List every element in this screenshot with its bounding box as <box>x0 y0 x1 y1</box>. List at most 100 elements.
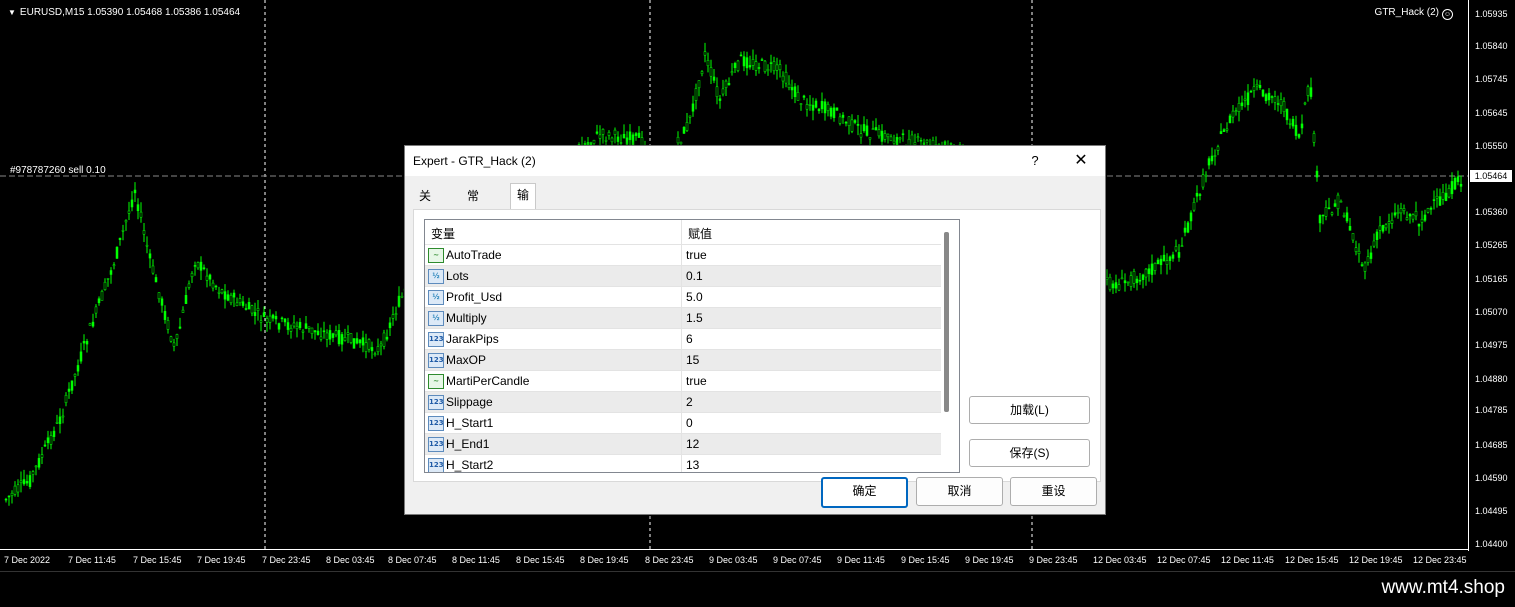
time-tick-label: 12 Dec 03:45 <box>1093 555 1147 565</box>
dialog-titlebar[interactable]: Expert - GTR_Hack (2) ? ✕ <box>405 146 1105 176</box>
candle-body <box>190 273 194 278</box>
reset-button[interactable]: 重设 <box>1010 477 1097 506</box>
candle-body <box>850 119 854 132</box>
param-value[interactable]: 6 <box>686 332 693 346</box>
param-value[interactable]: 5.0 <box>686 290 703 304</box>
input-row[interactable]: 123 H_Start2 13 <box>425 454 941 472</box>
input-row[interactable]: ½ Lots 0.1 <box>425 265 941 287</box>
candle-body <box>1171 254 1175 259</box>
candle-body <box>1174 246 1178 251</box>
candle-body <box>832 107 836 119</box>
candle-body <box>745 57 749 69</box>
param-value[interactable]: 1.5 <box>686 311 703 325</box>
candle-body <box>679 141 683 144</box>
time-tick-label: 9 Dec 15:45 <box>901 555 950 565</box>
candle-body <box>1204 174 1208 177</box>
candle-body <box>1372 240 1376 247</box>
help-button[interactable]: ? <box>1021 150 1049 172</box>
candle-body <box>4 498 8 501</box>
candle-body <box>1183 227 1187 233</box>
param-value[interactable]: true <box>686 374 707 388</box>
input-row[interactable]: 123 JarakPips 6 <box>425 328 941 350</box>
scrollbar-thumb[interactable] <box>944 232 949 412</box>
candle-body <box>1207 158 1211 166</box>
candle-body <box>1345 212 1349 222</box>
candle-body <box>283 318 287 323</box>
expert-name-text: GTR_Hack (2) <box>1374 7 1439 18</box>
param-value[interactable]: 13 <box>686 458 699 472</box>
int-param-icon: 123 <box>428 458 444 472</box>
candle-body <box>19 480 23 483</box>
candle-body <box>1375 231 1379 240</box>
candle-body <box>1213 155 1217 157</box>
candle-body <box>259 320 263 323</box>
candle-body <box>1219 131 1223 134</box>
header-value[interactable]: 赋值 <box>688 225 712 242</box>
tab-about[interactable]: 关于 <box>413 185 437 225</box>
param-name: Profit_Usd <box>446 290 503 304</box>
param-value[interactable]: 2 <box>686 395 693 409</box>
inputs-grid[interactable]: 变量 赋值 ~ AutoTrade true ½ Lots 0.1 ½ Profit_Usd 5… <box>424 219 960 473</box>
candle-body <box>106 278 110 280</box>
candle-body <box>1396 212 1400 214</box>
input-row[interactable]: ½ Profit_Usd 5.0 <box>425 286 941 308</box>
candle-body <box>823 101 827 114</box>
input-row[interactable]: 123 MaxOP 15 <box>425 349 941 371</box>
candle-body <box>751 59 755 66</box>
candle-body <box>727 83 731 86</box>
time-tick-label: 7 Dec 15:45 <box>133 555 182 565</box>
candle-body <box>739 54 743 57</box>
candle-body <box>1228 115 1232 124</box>
tab-common[interactable]: 常用 <box>461 185 485 225</box>
time-axis[interactable]: 7 Dec 2022 7 Dec 11:45 7 Dec 15:45 7 Dec 19… <box>0 549 1468 570</box>
candle-body <box>337 330 341 345</box>
param-value[interactable]: 0.1 <box>686 269 703 283</box>
candle-body <box>334 330 338 336</box>
input-row[interactable]: 123 H_End1 12 <box>425 433 941 455</box>
time-tick-label: 12 Dec 19:45 <box>1349 555 1403 565</box>
candle-body <box>277 323 281 330</box>
input-row[interactable]: ½ Multiply 1.5 <box>425 307 941 329</box>
tab-inputs[interactable]: 输入参数 <box>510 183 537 268</box>
candle-body <box>385 336 389 340</box>
ok-button[interactable]: 确定 <box>821 477 908 508</box>
header-variable[interactable]: 变量 <box>431 225 455 242</box>
input-row[interactable]: 123 Slippage 2 <box>425 391 941 413</box>
price-axis[interactable]: 1.05935 1.05840 1.05745 1.05645 1.05550 1.053… <box>1468 0 1515 551</box>
order-label[interactable]: #978787260 sell 0.10 <box>10 165 106 176</box>
candle-body <box>211 282 215 289</box>
candle-body <box>43 444 47 447</box>
load-button[interactable]: 加载(L) <box>969 396 1090 424</box>
price-tick-label: 1.05645 <box>1475 108 1508 118</box>
param-value[interactable]: 15 <box>686 353 699 367</box>
candle-body <box>595 131 599 134</box>
int-param-icon: 123 <box>428 332 444 347</box>
candle-body <box>1111 283 1115 289</box>
save-button[interactable]: 保存(S) <box>969 439 1090 467</box>
candle-body <box>877 129 881 137</box>
input-row[interactable]: ~ AutoTrade true <box>425 244 941 266</box>
candle-body <box>208 274 212 280</box>
cancel-button[interactable]: 取消 <box>916 477 1003 506</box>
candle-body <box>1402 208 1406 212</box>
candle-body <box>10 492 14 496</box>
input-row[interactable]: 123 H_Start1 0 <box>425 412 941 434</box>
chevron-down-icon[interactable]: ▼ <box>8 8 16 17</box>
candle-body <box>25 481 29 484</box>
candle-body <box>886 133 890 138</box>
candle-body <box>1333 203 1337 207</box>
param-value[interactable]: 12 <box>686 437 699 451</box>
price-tick-label: 1.05165 <box>1475 274 1508 284</box>
candle-body <box>1168 256 1172 261</box>
input-row[interactable]: ~ MartiPerCandle true <box>425 370 941 392</box>
candle-body <box>199 261 203 271</box>
param-value[interactable]: 0 <box>686 416 693 430</box>
close-button[interactable]: ✕ <box>1067 150 1095 172</box>
candle-body <box>235 302 239 306</box>
candle-body <box>1435 195 1439 199</box>
time-tick-label: 9 Dec 07:45 <box>773 555 822 565</box>
candle-body <box>145 244 149 247</box>
expert-name[interactable]: GTR_Hack (2) ☺ <box>1375 7 1453 20</box>
param-value[interactable]: true <box>686 248 707 262</box>
candle-body <box>64 395 68 403</box>
